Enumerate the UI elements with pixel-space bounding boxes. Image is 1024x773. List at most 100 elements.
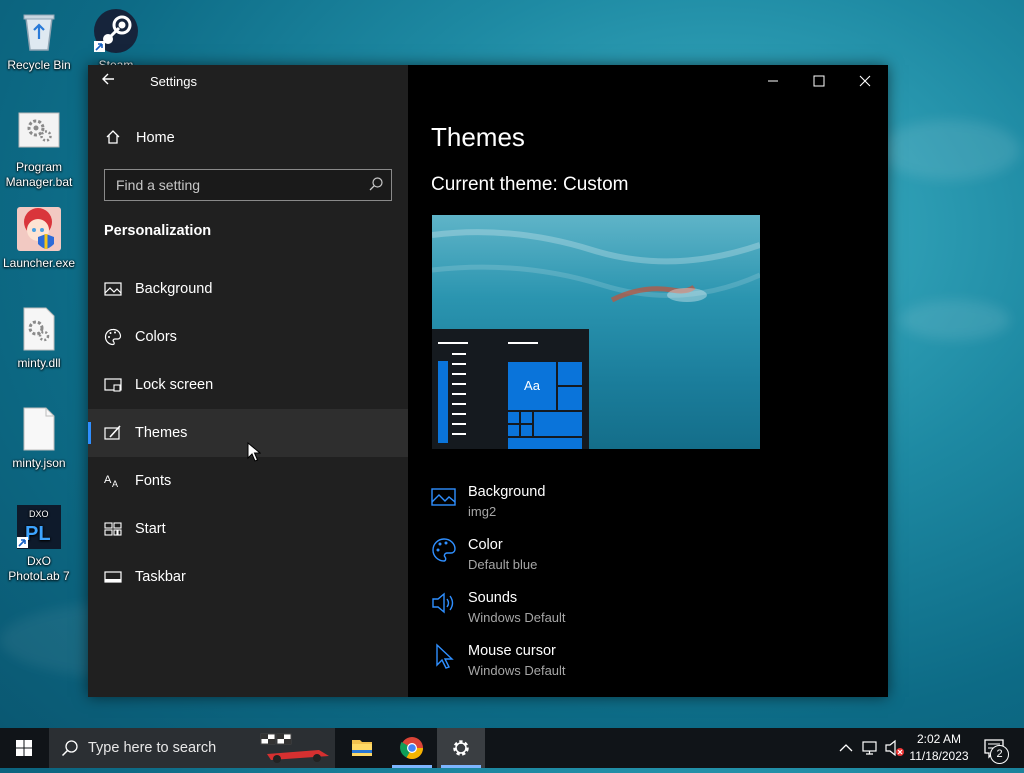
sidebar-item-label: Fonts bbox=[135, 473, 172, 489]
search-icon bbox=[61, 740, 78, 757]
find-setting-search[interactable]: Find a setting bbox=[104, 169, 392, 201]
theme-preview: Aa bbox=[432, 215, 760, 449]
desktop-icon-steam[interactable]: Steam bbox=[78, 8, 154, 66]
themes-content: Themes Current theme: Custom Aa Backgrou… bbox=[408, 65, 888, 697]
sidebar-item-lock-screen[interactable]: Lock screen bbox=[88, 361, 408, 409]
search-icon[interactable] bbox=[368, 176, 384, 197]
network-icon[interactable] bbox=[862, 739, 880, 757]
taskbar-icon bbox=[104, 568, 122, 586]
active-indicator bbox=[88, 422, 91, 444]
clock-date: 11/18/2023 bbox=[909, 749, 969, 763]
recycle-bin-icon bbox=[16, 8, 62, 54]
theme-mouse-cursor-setting[interactable]: Mouse cursor Windows Default bbox=[431, 643, 871, 691]
chevron-up-icon[interactable] bbox=[838, 740, 854, 756]
prop-value: Default blue bbox=[468, 557, 538, 572]
settings-window: Settings Home Find a setting Personaliza… bbox=[88, 65, 888, 697]
image-icon bbox=[104, 280, 122, 298]
window-title: Settings bbox=[150, 74, 197, 89]
nav-home[interactable]: Home bbox=[88, 121, 408, 155]
prop-name: Background bbox=[468, 484, 546, 500]
prop-name: Sounds bbox=[468, 590, 518, 606]
sidebar-item-label: Themes bbox=[135, 425, 188, 441]
taskbar: Type here to search 2:02 AM 11/18/2023 2 bbox=[0, 728, 1024, 768]
preview-tile: Aa bbox=[508, 362, 556, 410]
desktop-icon-label: minty.dll bbox=[17, 356, 61, 370]
windows-logo-icon bbox=[16, 740, 32, 756]
notification-center-button[interactable]: 2 bbox=[978, 728, 1024, 768]
desktop-icon-launcher[interactable]: Launcher.exe bbox=[1, 206, 77, 271]
preview-start-panel: Aa bbox=[432, 329, 589, 449]
sidebar-item-taskbar[interactable]: Taskbar bbox=[88, 553, 408, 601]
cursor-icon bbox=[431, 643, 457, 669]
theme-background-setting[interactable]: Background img2 bbox=[431, 484, 871, 532]
prop-value: Windows Default bbox=[468, 610, 566, 625]
sidebar-item-label: Lock screen bbox=[135, 377, 214, 393]
arrow-left-icon bbox=[102, 73, 114, 85]
desktop-icon-minty-json[interactable]: minty.json bbox=[1, 406, 77, 471]
start-button[interactable] bbox=[0, 728, 48, 768]
theme-sounds-setting[interactable]: Sounds Windows Default bbox=[431, 590, 871, 638]
search-highlight-racecar-icon bbox=[260, 733, 329, 763]
launcher-app-icon bbox=[16, 206, 62, 252]
palette-icon bbox=[104, 328, 122, 346]
settings-nav-pane: Settings Home Find a setting Personaliza… bbox=[88, 65, 408, 697]
mouse-pointer-icon bbox=[247, 442, 261, 462]
sidebar-item-start[interactable]: Start bbox=[88, 505, 408, 553]
speaker-icon bbox=[431, 590, 457, 616]
desktop-icon-label: DxO PhotoLab 7 bbox=[8, 554, 70, 583]
search-placeholder: Find a setting bbox=[116, 177, 201, 193]
themes-brush-icon bbox=[104, 424, 122, 442]
svg-text:PL: PL bbox=[25, 523, 51, 545]
section-heading: Personalization bbox=[104, 223, 212, 239]
dll-file-icon bbox=[16, 306, 62, 352]
desktop-icon-dxo-photolab[interactable]: DXO PL DxO PhotoLab 7 bbox=[1, 504, 77, 584]
desktop-icon-label: minty.json bbox=[12, 456, 66, 470]
taskbar-search-box[interactable]: Type here to search bbox=[49, 728, 335, 768]
chrome-icon bbox=[400, 737, 423, 759]
sidebar-item-label: Taskbar bbox=[135, 569, 186, 585]
home-icon bbox=[105, 129, 121, 150]
prop-name: Color bbox=[468, 537, 503, 553]
palette-icon bbox=[431, 537, 457, 563]
start-icon bbox=[104, 520, 122, 538]
volume-muted-icon[interactable] bbox=[885, 739, 905, 757]
gear-icon bbox=[453, 740, 469, 756]
prop-value: img2 bbox=[468, 504, 497, 519]
svg-text:A: A bbox=[104, 474, 112, 486]
image-icon bbox=[431, 484, 457, 510]
desktop-icon-recycle-bin[interactable]: Recycle Bin bbox=[1, 8, 77, 73]
desktop-icon-program-manager[interactable]: Program Manager.bat bbox=[1, 110, 77, 190]
back-button[interactable] bbox=[100, 71, 124, 91]
folder-icon bbox=[352, 740, 372, 756]
sidebar-item-fonts[interactable]: AA Fonts bbox=[88, 457, 408, 505]
steam-icon bbox=[93, 8, 139, 54]
desktop-icon-minty-dll[interactable]: minty.dll bbox=[1, 306, 77, 371]
sidebar-item-colors[interactable]: Colors bbox=[88, 313, 408, 361]
sidebar-item-label: Background bbox=[135, 281, 213, 297]
sidebar-item-label: Start bbox=[135, 521, 166, 537]
taskbar-file-explorer[interactable] bbox=[338, 728, 386, 768]
sidebar-item-label: Colors bbox=[135, 329, 177, 345]
taskbar-search-placeholder: Type here to search bbox=[88, 740, 217, 756]
sidebar-item-background[interactable]: Background bbox=[88, 265, 408, 313]
prop-value: Windows Default bbox=[468, 663, 566, 678]
theme-color-setting[interactable]: Color Default blue bbox=[431, 537, 871, 585]
gear-file-icon bbox=[16, 110, 62, 156]
notification-count-badge: 2 bbox=[990, 745, 1009, 764]
taskbar-chrome[interactable] bbox=[388, 728, 436, 768]
svg-text:A: A bbox=[112, 479, 118, 489]
desktop-icon-label: Program Manager.bat bbox=[5, 160, 73, 189]
current-theme-heading: Current theme: Custom bbox=[431, 174, 629, 195]
prop-name: Mouse cursor bbox=[468, 643, 556, 659]
fonts-icon: AA bbox=[104, 472, 122, 490]
desktop-icon-label: Launcher.exe bbox=[2, 256, 76, 270]
lock-screen-icon bbox=[104, 376, 122, 394]
system-clock[interactable]: 2:02 AM 11/18/2023 bbox=[904, 731, 974, 765]
blank-file-icon bbox=[16, 406, 62, 452]
desktop-icon-label: Recycle Bin bbox=[7, 58, 71, 72]
nav-home-label: Home bbox=[136, 130, 175, 146]
svg-text:DXO: DXO bbox=[29, 509, 49, 519]
dxo-photolab-icon: DXO PL bbox=[16, 504, 62, 550]
taskbar-settings[interactable] bbox=[437, 728, 485, 768]
clock-time: 2:02 AM bbox=[916, 732, 962, 746]
